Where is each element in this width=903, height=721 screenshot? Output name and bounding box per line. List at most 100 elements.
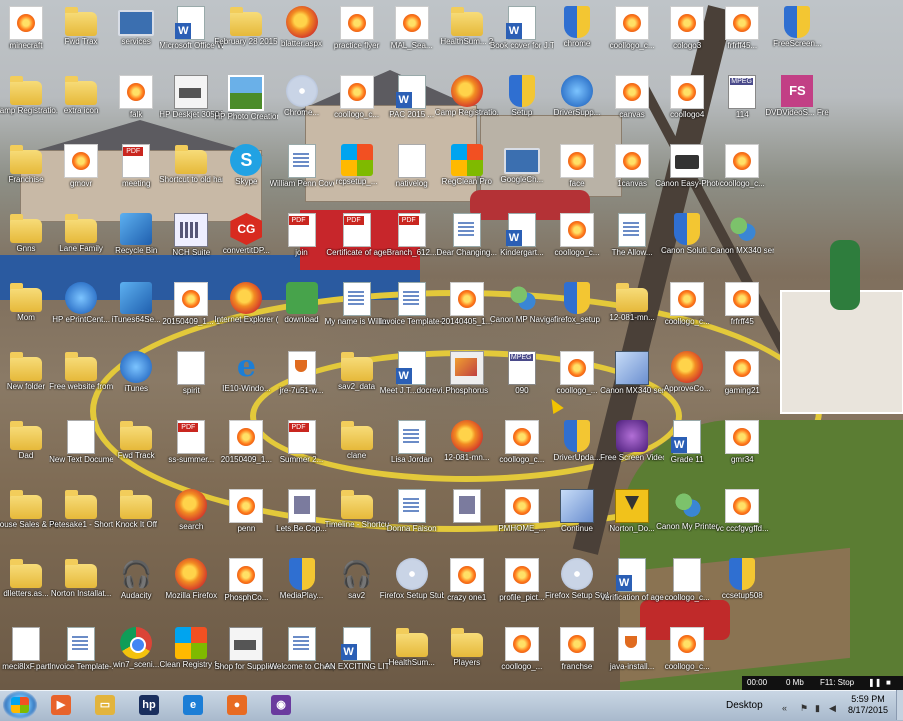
ie-icon: e [236, 349, 256, 384]
coollogo-icon [615, 75, 650, 109]
word-icon [505, 6, 536, 40]
desktop-icon[interactable]: FSDVDVideoS... Free Studio [765, 71, 829, 137]
tray-chevron-icon[interactable]: « [782, 703, 787, 713]
java-icon [287, 351, 316, 385]
printer-icon [229, 627, 264, 661]
folder-icon [10, 352, 42, 381]
network-icon[interactable]: ▮ [815, 703, 820, 714]
taskbar-pinned-button[interactable]: hp [130, 692, 168, 718]
desktop-icon[interactable]: frfrff45 [710, 278, 774, 344]
coollogo-icon [229, 558, 264, 592]
coollogo-icon [670, 75, 705, 109]
stop-icon[interactable]: ■ [886, 676, 891, 690]
screen-recorder-icon: ◉ [271, 695, 291, 715]
skype-icon: S [230, 144, 263, 176]
folder-icon [65, 214, 98, 243]
coollogo-icon [560, 144, 594, 178]
system-clock[interactable]: 5:59 PM 8/17/2015 [842, 694, 894, 716]
flag-icon[interactable]: ⚑ [800, 703, 808, 714]
start-button[interactable] [3, 691, 37, 719]
desktop-icon[interactable]: ccsetup508 [710, 554, 774, 620]
net-icon [615, 351, 650, 385]
desktop-icon[interactable]: Canon MX340 seri... [710, 209, 774, 275]
people-icon [671, 489, 704, 521]
shield-icon [508, 75, 535, 107]
desktop-icon[interactable]: vc cccfgvgffd... [710, 485, 774, 551]
printer-icon [174, 75, 209, 109]
coollogo-icon [449, 558, 484, 592]
taskbar-pinned-button[interactable]: ▭ [86, 692, 124, 718]
media-player-icon: ▶ [51, 695, 71, 715]
coollogo-icon [560, 213, 594, 247]
folder-icon [10, 76, 42, 105]
coollogo-icon [229, 489, 264, 523]
doc-icon [287, 144, 316, 178]
monitor-icon [118, 10, 155, 36]
clock-date: 8/17/2015 [847, 705, 889, 715]
purple-icon [616, 420, 649, 452]
word-icon [616, 558, 647, 592]
coollogo-icon [560, 627, 594, 661]
doc-icon [397, 420, 426, 454]
doc-icon [452, 213, 481, 247]
firefox-icon [230, 282, 263, 314]
folder-icon [65, 352, 98, 381]
desktop-icon[interactable]: FreeScreen... [765, 2, 829, 68]
desktop-icon-label: vc cccfgvgffd... [715, 524, 769, 533]
coollogo-icon [394, 6, 429, 40]
folder-icon [340, 421, 373, 450]
firefox-icon [450, 420, 483, 452]
doc-icon [287, 627, 316, 661]
taskbar-pinned-button[interactable]: e [174, 692, 212, 718]
recorder-size: 0 Mb [786, 678, 804, 687]
desktop-icon-label: gmr34 [730, 455, 754, 464]
desktop-icon-label: Canon MX340 seri... [710, 246, 775, 255]
word-icon [175, 6, 206, 40]
winlogo-icon [340, 144, 373, 176]
desktop-background: minecraftFwd TraxservicesMicrosoft Offic… [0, 0, 903, 690]
recorder-stop[interactable]: F11: Stop [820, 676, 854, 690]
headphones-icon: 🎧 [120, 559, 153, 589]
coollogo-icon [725, 282, 760, 316]
coollogo-icon [615, 144, 650, 178]
recorder-bar: 00:00 0 Mb F11: Stop ❚❚ ■ [742, 676, 903, 690]
doc-icon [397, 282, 426, 316]
desktop-icon[interactable]: coollogo_c... [655, 623, 719, 689]
pdf-icon [122, 144, 151, 178]
folder-icon [10, 490, 42, 519]
cg-icon: CG [230, 213, 263, 245]
coollogo-icon [9, 6, 43, 40]
desktop-icon[interactable]: gmr34 [710, 416, 774, 482]
clock-time: 5:59 PM [851, 694, 885, 704]
desktop-icon-label: gaming21 [724, 386, 760, 395]
desktop-toolbar-label[interactable]: Desktop [726, 700, 763, 711]
taskbar-pinned-button[interactable]: ● [218, 692, 256, 718]
folder-icon [395, 628, 428, 657]
desktop-icon-label: coollogo_c... [664, 662, 710, 671]
folder-icon [65, 559, 98, 588]
pause-icon[interactable]: ❚❚ [868, 676, 881, 690]
taskbar-pinned-button[interactable]: ▶ [42, 692, 80, 718]
word-icon [505, 213, 536, 247]
shield-icon [729, 558, 756, 590]
disc-icon [285, 75, 318, 107]
desktop-icon[interactable]: gaming21 [710, 347, 774, 413]
hp-icon: hp [139, 695, 159, 715]
taskbar-pinned-button[interactable]: ◉ [262, 692, 300, 718]
pdf-icon [342, 213, 371, 247]
disc-icon [561, 558, 593, 590]
desktop-icon[interactable]: coollogo_c... [710, 140, 774, 206]
coollogo-icon [670, 627, 705, 661]
coollogo-icon [339, 75, 374, 109]
blue-icon [65, 282, 98, 314]
desktop-icon-label: frfrff45 [730, 317, 754, 326]
coollogo-icon [504, 558, 539, 592]
headphones-icon: 🎧 [340, 559, 373, 589]
volume-icon[interactable]: ◀ [829, 703, 836, 714]
coollogo-icon [725, 489, 760, 523]
show-desktop-button[interactable] [896, 690, 903, 720]
desktop-icon-label: coollogo_c... [719, 179, 765, 188]
blankdoc-icon [673, 558, 702, 592]
exe-icon [120, 282, 153, 314]
blankdoc-icon [177, 351, 206, 385]
